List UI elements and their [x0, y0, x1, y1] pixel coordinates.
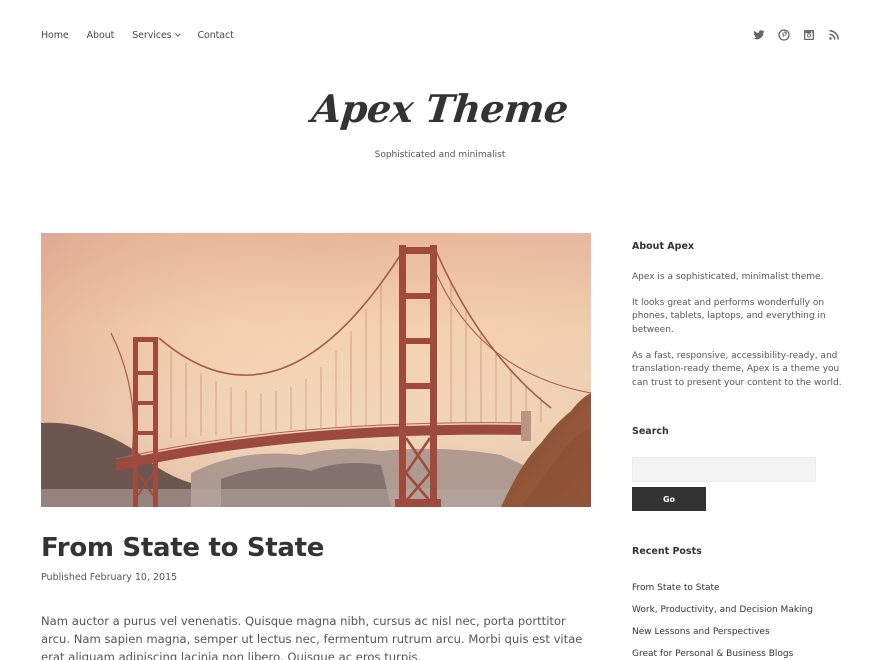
pinterest-icon[interactable] — [778, 29, 790, 41]
site-title[interactable]: Apex Theme — [0, 86, 880, 131]
search-go-button[interactable]: Go — [632, 487, 706, 511]
nav-item-label: About — [86, 30, 115, 41]
primary-menu: Home About Services Contact — [41, 30, 252, 41]
search-widget-title: Search — [632, 426, 669, 437]
twitter-icon[interactable] — [753, 29, 765, 41]
list-item: Work, Productivity, and Decision Making — [632, 599, 813, 621]
about-paragraph: As a fast, responsive, accessibility-rea… — [632, 351, 842, 388]
about-widget-title: About Apex — [632, 241, 695, 252]
social-icons — [753, 29, 840, 41]
nav-item-services[interactable]: Services — [132, 30, 181, 41]
nav-item-label: Contact — [197, 30, 234, 41]
recent-posts-list: From State to State Work, Productivity, … — [632, 577, 813, 660]
recent-post-link[interactable]: New Lessons and Perspectives — [632, 627, 770, 637]
nav-item-home[interactable]: Home — [41, 30, 69, 41]
recent-post-link[interactable]: Great for Personal & Business Blogs — [632, 649, 793, 659]
list-item: From State to State — [632, 577, 813, 599]
site-tagline: Sophisticated and minimalist — [374, 150, 506, 160]
recent-post-link[interactable]: Work, Productivity, and Decision Making — [632, 605, 813, 615]
nav-item-about[interactable]: About — [87, 30, 115, 41]
about-paragraph: It looks great and performs wonderfully … — [632, 298, 826, 335]
recent-post-link[interactable]: From State to State — [632, 583, 720, 593]
nav-item-contact[interactable]: Contact — [198, 30, 234, 41]
post-title[interactable]: From State to State — [41, 533, 324, 563]
list-item: Great for Personal & Business Blogs — [632, 643, 813, 660]
golden-gate-bridge-image — [41, 233, 591, 507]
nav-item-label: Home — [41, 30, 69, 41]
chevron-down-icon — [174, 31, 181, 37]
list-item: New Lessons and Perspectives — [632, 621, 813, 643]
nav-item-label: Services — [132, 30, 172, 41]
instagram-icon[interactable] — [803, 29, 815, 41]
featured-image[interactable] — [41, 233, 591, 507]
post-excerpt: Nam auctor a purus vel venenatis. Quisqu… — [41, 614, 583, 660]
rss-icon[interactable] — [828, 29, 840, 41]
recent-posts-title: Recent Posts — [632, 546, 702, 557]
search-input[interactable] — [632, 457, 816, 482]
post-date: Published February 10, 2015 — [41, 572, 178, 583]
about-paragraph: Apex is a sophisticated, minimalist them… — [632, 272, 824, 282]
